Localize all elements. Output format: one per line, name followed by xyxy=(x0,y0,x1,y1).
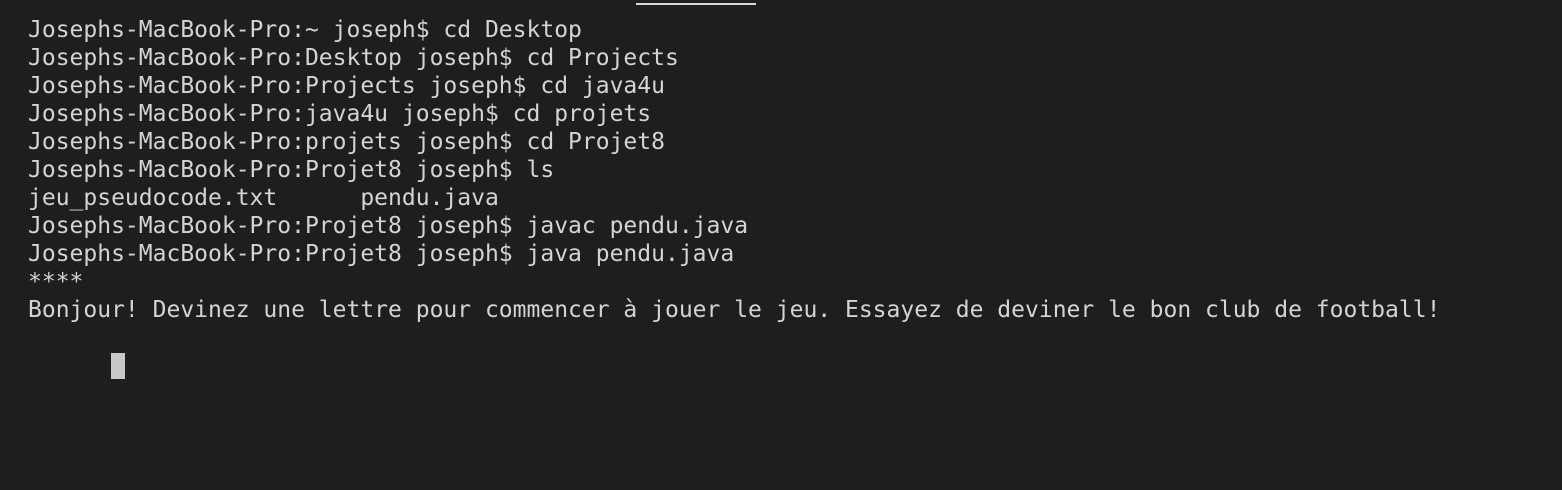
terminal-output: Josephs-MacBook-Pro:~ joseph$ cd Desktop… xyxy=(28,16,1552,379)
terminal-line: **** xyxy=(28,269,84,295)
terminal-line: Bonjour! Devinez une lettre pour commenc… xyxy=(28,297,1441,323)
terminal-line: Josephs-MacBook-Pro:java4u joseph$ cd pr… xyxy=(28,101,652,127)
terminal-line: Josephs-MacBook-Pro:Projet8 joseph$ java… xyxy=(28,241,735,267)
terminal-line: Josephs-MacBook-Pro:Projet8 joseph$ java… xyxy=(28,213,749,239)
terminal-line: Josephs-MacBook-Pro:~ joseph$ cd Desktop xyxy=(28,17,582,43)
text-cursor xyxy=(111,353,126,379)
terminal-line: Josephs-MacBook-Pro:Desktop joseph$ cd P… xyxy=(28,45,679,71)
terminal-line: Josephs-MacBook-Pro:Projet8 joseph$ ls xyxy=(28,157,555,183)
terminal-line: Josephs-MacBook-Pro:projets joseph$ cd P… xyxy=(28,129,665,155)
terminal-input-line[interactable] xyxy=(28,324,1552,379)
terminal-line: Josephs-MacBook-Pro:Projects joseph$ cd … xyxy=(28,73,665,99)
terminal-window[interactable]: Josephs-MacBook-Pro:~ joseph$ cd Desktop… xyxy=(0,0,1562,490)
terminal-line: jeu_pseudocode.txt pendu.java xyxy=(28,185,499,211)
active-tab-indicator xyxy=(636,3,756,5)
